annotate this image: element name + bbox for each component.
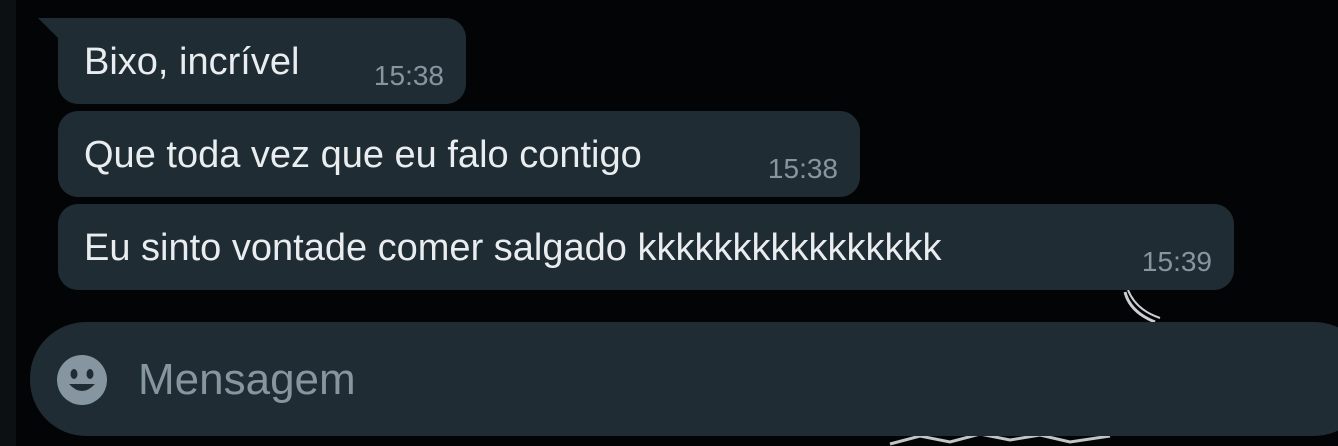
incoming-message[interactable]: Bixo, incrível 15:38 <box>58 18 466 104</box>
message-composer <box>30 322 1338 436</box>
message-timestamp: 15:38 <box>373 60 444 91</box>
message-text: Bixo, incrível <box>84 41 300 83</box>
message-text: Eu sinto vontade comer salgado kkkkkkkkk… <box>84 227 942 269</box>
smiley-icon[interactable] <box>56 354 108 406</box>
bubble-tail <box>38 18 60 40</box>
message-timestamp: 15:39 <box>1141 246 1212 277</box>
message-text: Que toda vez que eu falo contigo <box>84 134 642 176</box>
message-timestamp: 15:38 <box>767 153 838 184</box>
incoming-message[interactable]: Eu sinto vontade comer salgado kkkkkkkkk… <box>58 204 1234 290</box>
message-input[interactable] <box>138 352 1238 408</box>
incoming-message[interactable]: Que toda vez que eu falo contigo 15:38 <box>58 111 860 197</box>
